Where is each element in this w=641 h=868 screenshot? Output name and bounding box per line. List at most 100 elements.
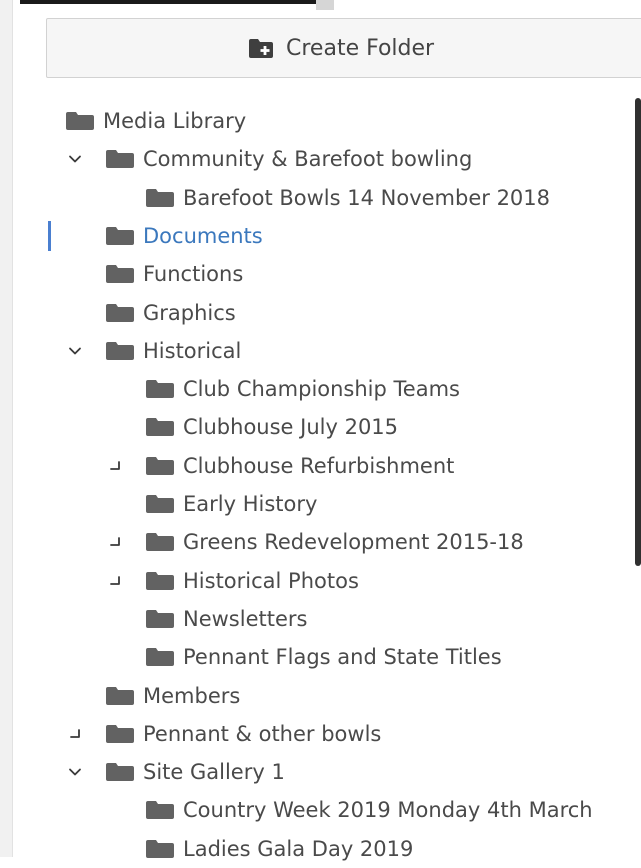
tree-item-content[interactable]: Club Championship Teams xyxy=(145,370,460,408)
tree-item-content[interactable]: Pennant & other bowls xyxy=(105,715,381,753)
tree-item-label: Barefoot Bowls 14 November 2018 xyxy=(183,185,551,210)
collapse-toggle[interactable] xyxy=(65,332,85,370)
tree-item-label: Documents xyxy=(143,223,263,248)
expand-toggle[interactable] xyxy=(65,715,85,753)
tree-item[interactable]: Clubhouse July 2015 xyxy=(0,408,641,446)
folder-icon xyxy=(146,839,174,858)
tree-item[interactable]: Newsletters xyxy=(0,600,641,638)
tree-item[interactable]: Club Championship Teams xyxy=(0,370,641,408)
tree-item-label: Club Championship Teams xyxy=(183,377,460,402)
folder-icon xyxy=(146,188,174,207)
folder-icon xyxy=(106,724,134,743)
tree-item-label: Community & Barefoot bowling xyxy=(143,147,473,172)
corner-arrow-icon xyxy=(70,728,80,738)
collapse-toggle[interactable] xyxy=(65,753,85,791)
folder-icon xyxy=(106,226,134,245)
folder-icon xyxy=(106,265,134,284)
tree-item[interactable]: Community & Barefoot bowling xyxy=(0,140,641,178)
tree-item[interactable]: Graphics xyxy=(0,294,641,332)
tree-item-content[interactable]: Newsletters xyxy=(145,600,307,638)
tree-item-label: Pennant Flags and State Titles xyxy=(183,645,502,670)
tree-item-content[interactable]: Members xyxy=(105,677,240,715)
chevron-down-icon xyxy=(69,347,81,355)
expand-toggle[interactable] xyxy=(105,562,125,600)
chevron-down-icon xyxy=(69,768,81,776)
folder-icon xyxy=(106,341,134,360)
tree-item-label: Media Library xyxy=(103,109,247,133)
tree-item-label: Historical Photos xyxy=(183,568,359,593)
tree-item[interactable]: Early History xyxy=(0,485,641,523)
folder-icon xyxy=(66,112,94,130)
folder-icon xyxy=(146,418,174,437)
tree-item[interactable]: Ladies Gala Day 2019 xyxy=(0,830,641,868)
tree-item-content[interactable]: Documents xyxy=(105,217,263,255)
folder-icon xyxy=(146,571,174,590)
tree-item-content[interactable]: Historical xyxy=(105,332,241,370)
create-folder-button[interactable]: Create Folder xyxy=(46,18,641,78)
tree-item-label: Functions xyxy=(143,262,244,287)
tree-item[interactable]: Functions xyxy=(0,255,641,293)
tree-item[interactable]: Historical Photos xyxy=(0,562,641,600)
tree-item-label: Clubhouse July 2015 xyxy=(183,415,399,440)
tree-item-content[interactable]: Graphics xyxy=(105,294,236,332)
tree-item-content[interactable]: Historical Photos xyxy=(145,562,359,600)
tree-item[interactable]: Barefoot Bowls 14 November 2018 xyxy=(0,179,641,217)
tree-item-label: Site Gallery 1 xyxy=(143,760,285,785)
folder-icon xyxy=(146,801,174,820)
collapse-toggle[interactable] xyxy=(65,140,85,178)
tree-item-content[interactable]: Community & Barefoot bowling xyxy=(105,140,472,178)
tree-item-label: Country Week 2019 Monday 4th March xyxy=(183,798,593,823)
tree-item-label: Newsletters xyxy=(183,606,308,631)
corner-arrow-icon xyxy=(110,537,120,547)
tree-item[interactable]: Site Gallery 1 xyxy=(0,753,641,791)
tree-item-content[interactable]: Country Week 2019 Monday 4th March xyxy=(145,791,593,829)
tree-item-content[interactable]: Early History xyxy=(145,485,317,523)
tree-item-label: Members xyxy=(143,683,241,708)
tree-item[interactable]: Historical xyxy=(0,332,641,370)
tree-item-label: Historical xyxy=(143,338,242,363)
folder-icon xyxy=(146,456,174,475)
scrollbar-thumb[interactable] xyxy=(635,98,641,566)
folder-icon xyxy=(106,303,134,322)
folder-icon xyxy=(146,533,174,552)
top-divider xyxy=(20,0,316,4)
folder-icon xyxy=(106,686,134,705)
folder-plus-icon xyxy=(249,38,273,58)
tree-item-content[interactable]: Functions xyxy=(105,255,243,293)
corner-arrow-icon xyxy=(110,575,120,585)
tree-item-content[interactable]: Media Library xyxy=(65,102,246,140)
tree-item[interactable]: Pennant & other bowls xyxy=(0,715,641,753)
corner-arrow-icon xyxy=(110,460,120,470)
tree-item-label: Graphics xyxy=(143,300,236,325)
tree-item[interactable]: Country Week 2019 Monday 4th March xyxy=(0,791,641,829)
tree-item-label: Clubhouse Refurbishment xyxy=(183,453,455,478)
tree-item[interactable]: Pennant Flags and State Titles xyxy=(0,638,641,676)
tree-item-content[interactable]: Barefoot Bowls 14 November 2018 xyxy=(145,179,550,217)
create-folder-label: Create Folder xyxy=(286,35,435,61)
tree-item[interactable]: Greens Redevelopment 2015-18 xyxy=(0,523,641,561)
tree-item-label: Greens Redevelopment 2015-18 xyxy=(183,530,524,555)
tree-item[interactable]: Clubhouse Refurbishment xyxy=(0,447,641,485)
folder-icon xyxy=(146,609,174,628)
tree-item-content[interactable]: Site Gallery 1 xyxy=(105,753,285,791)
folder-icon xyxy=(106,763,134,782)
tree-item-label: Ladies Gala Day 2019 xyxy=(183,836,414,861)
tree-item-label: Early History xyxy=(183,492,318,516)
folder-icon xyxy=(146,648,174,667)
folder-icon xyxy=(106,150,134,169)
tree-item-content[interactable]: Pennant Flags and State Titles xyxy=(145,638,502,676)
tree-item-content[interactable]: Clubhouse July 2015 xyxy=(145,408,398,446)
tree-item[interactable]: Documents xyxy=(0,217,641,255)
chevron-down-icon xyxy=(69,155,81,163)
folder-icon xyxy=(146,495,174,513)
expand-toggle[interactable] xyxy=(105,447,125,485)
tree-item-content[interactable]: Ladies Gala Day 2019 xyxy=(145,830,413,868)
tree-item-label: Pennant & other bowls xyxy=(143,721,382,746)
tree-item[interactable]: Media Library xyxy=(0,102,641,140)
tree-item-content[interactable]: Greens Redevelopment 2015-18 xyxy=(145,523,524,561)
tree-item[interactable]: Members xyxy=(0,677,641,715)
folder-icon xyxy=(146,380,174,399)
active-indicator xyxy=(48,220,51,251)
expand-toggle[interactable] xyxy=(105,523,125,561)
tree-item-content[interactable]: Clubhouse Refurbishment xyxy=(145,447,454,485)
